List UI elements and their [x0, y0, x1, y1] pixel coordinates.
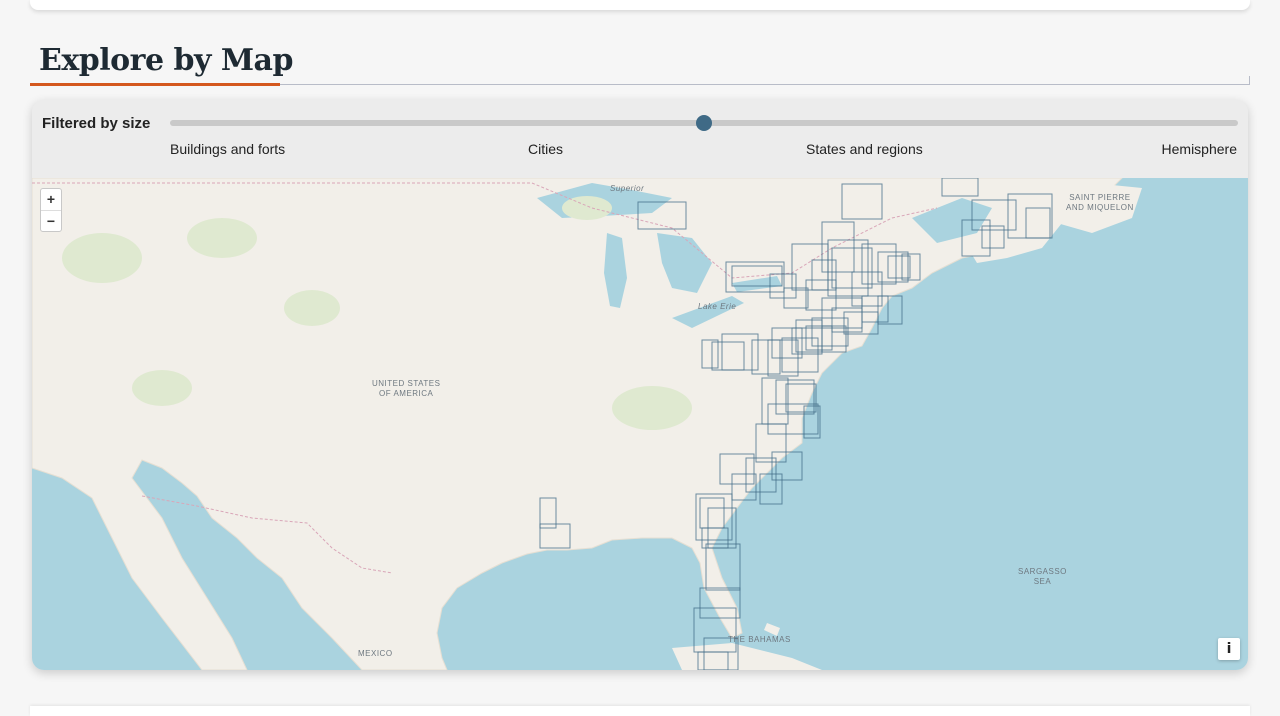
tick-cities[interactable]: Cities [528, 141, 563, 157]
park-area [562, 196, 612, 220]
filter-label: Filtered by size [42, 115, 151, 132]
park-area [187, 218, 257, 258]
size-filter: Filtered by size Buildings and forts Cit… [32, 100, 1248, 178]
label-mexico: MEXICO [358, 649, 393, 658]
bottom-card-edge [30, 706, 1250, 716]
park-area [612, 386, 692, 430]
park-area [132, 370, 192, 406]
north-america-land [32, 178, 1123, 670]
tick-hemisphere[interactable]: Hemisphere [1162, 141, 1237, 157]
map-card: Filtered by size Buildings and forts Cit… [32, 100, 1248, 670]
top-card-edge [30, 0, 1250, 10]
map-view[interactable]: UNITED STATES OF AMERICA MEXICO THE BAHA… [32, 178, 1248, 670]
park-area [62, 233, 142, 283]
map-canvas[interactable] [32, 178, 1248, 670]
zoom-control: + − [40, 188, 62, 232]
section-title: Explore by Map [39, 43, 293, 78]
label-usa: UNITED STATES OF AMERICA [372, 379, 441, 398]
map-footprint[interactable] [759, 473, 783, 505]
label-lake-erie: Lake Erie [698, 302, 737, 311]
size-slider-thumb[interactable] [696, 115, 712, 131]
info-button[interactable]: i [1218, 638, 1240, 660]
section-header: Explore by Map [30, 38, 1250, 86]
label-bahamas: THE BAHAMAS [728, 635, 791, 644]
label-sargasso: SARGASSO SEA [1018, 567, 1067, 586]
tick-states-and-regions[interactable]: States and regions [806, 141, 923, 157]
title-underline [30, 83, 280, 86]
header-rule-end [1249, 76, 1250, 85]
zoom-in-button[interactable]: + [41, 189, 61, 210]
zoom-out-button[interactable]: − [41, 211, 61, 232]
park-area [284, 290, 340, 326]
tick-buildings-and-forts[interactable]: Buildings and forts [170, 141, 285, 157]
label-lake-superior: Superior [610, 184, 645, 193]
page: Explore by Map Filtered by size Building… [0, 0, 1280, 716]
label-saint-pierre: SAINT PIERRE AND MIQUELON [1066, 193, 1134, 212]
header-rule [280, 84, 1250, 85]
